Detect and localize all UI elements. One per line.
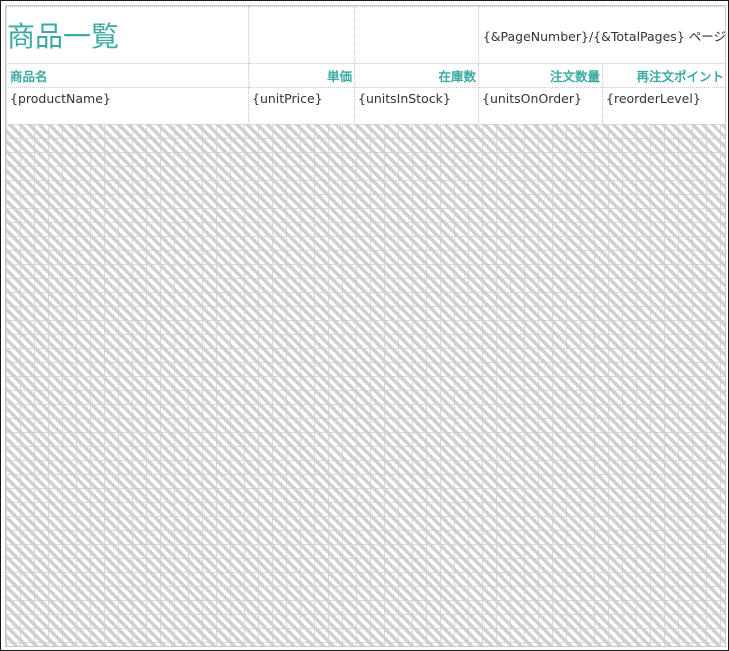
field-units-on-order[interactable]: {unitsOnOrder} xyxy=(478,87,603,129)
header-reorder-level[interactable]: 再注文ポイント xyxy=(602,63,725,88)
header-units-on-order[interactable]: 注文数量 xyxy=(478,63,603,88)
report-title[interactable]: 商品一覧 xyxy=(6,6,249,64)
title-empty-cell[interactable] xyxy=(248,6,355,64)
field-units-in-stock[interactable]: {unitsInStock} xyxy=(354,87,479,129)
title-row: 商品一覧 {&PageNumber}/{&TotalPages} ページ xyxy=(6,6,725,64)
column-header-row: 商品名 単価 在庫数 注文数量 再注文ポイント xyxy=(6,63,725,88)
field-reorder-level[interactable]: {reorderLevel} xyxy=(602,87,725,129)
page-number-textbox[interactable]: {&PageNumber}/{&TotalPages} ページ xyxy=(478,6,725,64)
header-unit-price[interactable]: 単価 xyxy=(248,63,355,88)
report-table: 商品一覧 {&PageNumber}/{&TotalPages} ページ 商品名… xyxy=(6,6,725,129)
header-units-in-stock[interactable]: 在庫数 xyxy=(354,63,479,88)
empty-design-area[interactable] xyxy=(6,124,725,646)
title-empty-cell[interactable] xyxy=(354,6,479,64)
field-unit-price[interactable]: {unitPrice} xyxy=(248,87,355,129)
header-product-name[interactable]: 商品名 xyxy=(6,63,249,88)
detail-row: {productName} {unitPrice} {unitsInStock}… xyxy=(6,87,725,129)
report-canvas[interactable]: 商品一覧 {&PageNumber}/{&TotalPages} ページ 商品名… xyxy=(5,5,726,647)
report-designer-frame: 商品一覧 {&PageNumber}/{&TotalPages} ページ 商品名… xyxy=(0,0,729,651)
field-product-name[interactable]: {productName} xyxy=(6,87,249,129)
